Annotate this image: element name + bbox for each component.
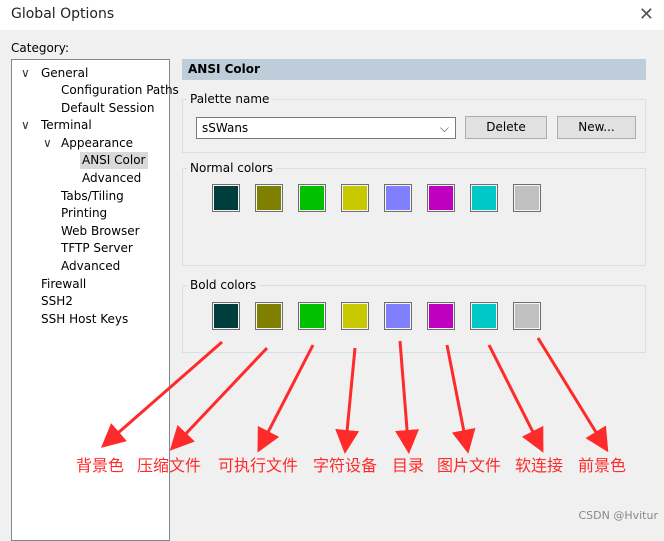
annotation-arrows (100, 337, 609, 454)
arrow-fg (536, 337, 609, 453)
arrow-bg (100, 340, 223, 448)
annotation-executable: 可执行文件 (218, 456, 299, 475)
annotation-archive: 压缩文件 (137, 456, 202, 475)
watermark: CSDN @Hvitur (578, 509, 658, 522)
annotation-foreground: 前景色 (578, 456, 627, 475)
annotation-directory: 目录 (392, 456, 425, 475)
arrow-dir (395, 340, 420, 454)
arrow-archive (169, 346, 269, 451)
annotation-char-device: 字符设备 (313, 456, 378, 475)
arrow-symlink (487, 344, 544, 453)
annotation-image: 图片文件 (437, 456, 502, 475)
annotation-symlink: 软连接 (515, 456, 564, 475)
arrow-exec (257, 344, 315, 453)
arrow-image (445, 344, 476, 454)
arrow-chardev (335, 347, 360, 454)
annotation-background: 背景色 (76, 456, 125, 475)
